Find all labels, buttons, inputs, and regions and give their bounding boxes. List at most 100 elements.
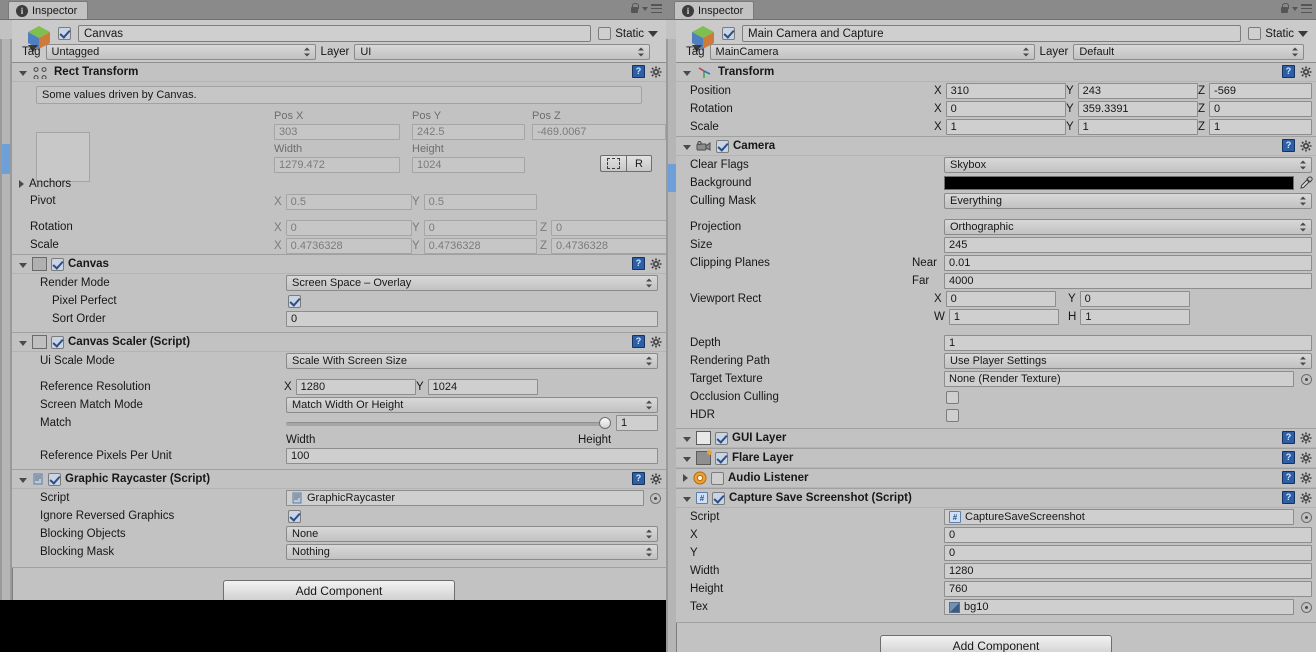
graphic-raycaster-header[interactable]: Graphic Raycaster (Script) xyxy=(12,470,666,489)
static-dropdown-icon[interactable] xyxy=(648,30,658,37)
help-icon[interactable] xyxy=(1282,431,1295,444)
tab-inspector-right[interactable]: i Inspector xyxy=(674,1,755,20)
screen-match-mode-dropdown[interactable]: Match Width Or Height xyxy=(286,397,658,413)
graphic-raycaster-enabled-checkbox[interactable] xyxy=(48,472,61,486)
add-component-button[interactable]: Add Component xyxy=(223,580,455,600)
scroll-track[interactable] xyxy=(2,39,10,600)
foldout-icon[interactable] xyxy=(683,70,691,76)
canvas-enabled-checkbox[interactable] xyxy=(51,257,64,271)
ref-res-y-input[interactable]: 1024 xyxy=(427,379,538,395)
blocking-mask-dropdown[interactable]: Nothing xyxy=(286,544,658,560)
scale-x-input[interactable]: 1 xyxy=(945,119,1066,135)
script-object-field[interactable]: GraphicRaycaster xyxy=(286,490,644,506)
gear-icon[interactable] xyxy=(1300,472,1312,484)
rendering-path-dropdown[interactable]: Use Player Settings xyxy=(944,353,1312,369)
capture-width-input[interactable]: 1280 xyxy=(944,563,1312,579)
foldout-icon[interactable] xyxy=(19,340,27,346)
capture-script-picker-icon[interactable] xyxy=(1301,511,1312,523)
anchors-foldout[interactable]: Anchors xyxy=(16,178,71,190)
static-checkbox[interactable] xyxy=(1248,27,1262,40)
capture-height-input[interactable]: 760 xyxy=(944,581,1312,597)
culling-mask-dropdown[interactable]: Everything xyxy=(944,193,1312,209)
object-enabled-checkbox[interactable] xyxy=(722,27,735,40)
scale-z-input[interactable]: 0.4736328 xyxy=(551,238,666,254)
script-picker-icon[interactable] xyxy=(650,492,661,504)
rotation-x-input[interactable]: 0 xyxy=(945,101,1066,117)
occlusion-culling-checkbox[interactable] xyxy=(946,390,959,404)
help-icon[interactable] xyxy=(1282,491,1295,504)
gui-layer-header[interactable]: GUI Layer xyxy=(676,429,1316,448)
hdr-checkbox[interactable] xyxy=(946,408,959,422)
audio-listener-enabled-checkbox[interactable] xyxy=(711,471,724,485)
layer-dropdown[interactable]: UI xyxy=(354,44,650,60)
chevron-down-icon[interactable] xyxy=(642,6,648,11)
raw-edit-button[interactable]: R xyxy=(626,155,652,172)
capture-enabled-checkbox[interactable] xyxy=(712,491,725,505)
rect-transform-header[interactable]: Rect Transform xyxy=(12,63,666,82)
gear-icon[interactable] xyxy=(650,336,662,348)
help-icon[interactable] xyxy=(632,472,645,485)
viewport-w-input[interactable]: 1 xyxy=(948,309,1059,325)
add-component-button[interactable]: Add Component xyxy=(880,635,1112,652)
gear-icon[interactable] xyxy=(650,66,662,78)
tab-inspector-left[interactable]: i Inspector xyxy=(8,1,89,20)
gear-icon[interactable] xyxy=(1300,140,1312,152)
foldout-icon[interactable] xyxy=(683,474,688,482)
blueprint-mode-button[interactable] xyxy=(600,155,626,172)
lock-icon[interactable] xyxy=(1280,3,1289,14)
transform-header[interactable]: Transform xyxy=(676,63,1316,82)
gear-icon[interactable] xyxy=(650,258,662,270)
canvas-header[interactable]: Canvas xyxy=(12,255,666,274)
help-icon[interactable] xyxy=(1282,451,1295,464)
foldout-icon[interactable] xyxy=(683,436,691,442)
foldout-icon[interactable] xyxy=(19,70,27,76)
scale-z-input[interactable]: 1 xyxy=(1209,119,1312,135)
anchor-preset-widget[interactable] xyxy=(36,132,90,182)
capture-tex-picker-icon[interactable] xyxy=(1301,601,1312,613)
position-y-input[interactable]: 243 xyxy=(1077,83,1198,99)
rotation-z-input[interactable]: 0 xyxy=(551,220,666,236)
target-texture-picker-icon[interactable] xyxy=(1301,373,1312,385)
eyedropper-icon[interactable] xyxy=(1299,176,1313,190)
rotation-x-input[interactable]: 0 xyxy=(285,220,412,236)
static-checkbox[interactable] xyxy=(598,27,612,40)
ref-res-x-input[interactable]: 1280 xyxy=(295,379,416,395)
foldout-icon[interactable] xyxy=(683,496,691,502)
tag-dropdown[interactable]: Untagged xyxy=(45,44,316,60)
pos-x-input[interactable]: 303 xyxy=(274,124,400,140)
pivot-x-input[interactable]: 0.5 xyxy=(285,194,412,210)
help-icon[interactable] xyxy=(1282,139,1295,152)
capture-x-input[interactable]: 0 xyxy=(944,527,1312,543)
ui-scale-mode-dropdown[interactable]: Scale With Screen Size xyxy=(286,353,658,369)
position-x-input[interactable]: 310 xyxy=(945,83,1066,99)
foldout-icon[interactable] xyxy=(19,477,27,483)
depth-input[interactable]: 1 xyxy=(944,335,1312,351)
capture-tex-object-field[interactable]: bg10 xyxy=(944,599,1294,615)
render-mode-dropdown[interactable]: Screen Space – Overlay xyxy=(286,275,658,291)
layer-dropdown[interactable]: Default xyxy=(1073,44,1304,60)
sort-order-input[interactable]: 0 xyxy=(286,311,658,327)
height-input[interactable]: 1024 xyxy=(412,157,525,173)
canvas-scaler-enabled-checkbox[interactable] xyxy=(51,335,64,349)
flare-layer-header[interactable]: Flare Layer xyxy=(676,449,1316,468)
help-icon[interactable] xyxy=(1282,471,1295,484)
projection-dropdown[interactable]: Orthographic xyxy=(944,219,1312,235)
foldout-icon[interactable] xyxy=(19,262,27,268)
match-value-input[interactable]: 1 xyxy=(616,415,658,431)
size-input[interactable]: 245 xyxy=(944,237,1312,253)
capture-y-input[interactable]: 0 xyxy=(944,545,1312,561)
camera-enabled-checkbox[interactable] xyxy=(716,139,729,153)
object-name-input[interactable]: Main Camera and Capture xyxy=(742,25,1242,42)
camera-header[interactable]: Camera xyxy=(676,137,1316,156)
target-texture-object-field[interactable]: None (Render Texture) xyxy=(944,371,1294,387)
reference-pixels-input[interactable]: 100 xyxy=(286,448,658,464)
tag-dropdown[interactable]: MainCamera xyxy=(709,44,1035,60)
rotation-y-input[interactable]: 0 xyxy=(423,220,537,236)
viewport-x-input[interactable]: 0 xyxy=(945,291,1056,307)
audio-listener-header[interactable]: Audio Listener xyxy=(676,469,1316,488)
capture-script-object-field[interactable]: CaptureSaveScreenshot xyxy=(944,509,1294,525)
help-icon[interactable] xyxy=(1282,65,1295,78)
viewport-h-input[interactable]: 1 xyxy=(1080,309,1191,325)
hamburger-menu-icon[interactable] xyxy=(1301,4,1312,13)
scroll-thumb[interactable] xyxy=(2,144,10,174)
